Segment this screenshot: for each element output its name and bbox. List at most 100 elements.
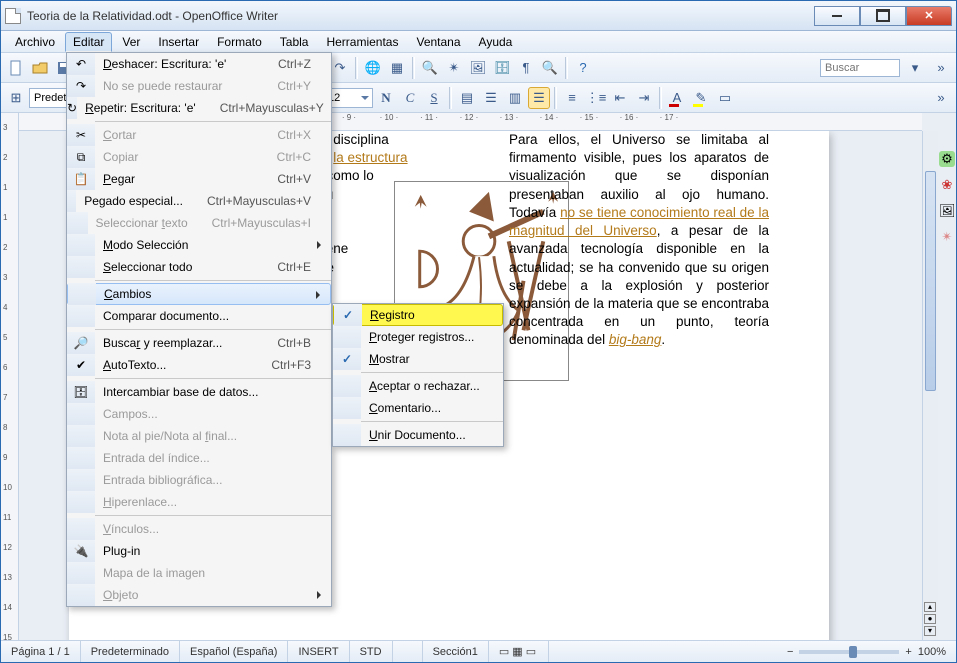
menuitem-label: Pegar	[103, 172, 253, 186]
menuitem-shortcut: Ctrl+F3	[271, 358, 311, 372]
nav-prev-icon[interactable]: ▴	[924, 602, 936, 612]
bold-icon[interactable]: N	[375, 87, 397, 109]
menuitem-label: Mapa de la imagen	[103, 566, 311, 580]
new-icon[interactable]	[5, 57, 27, 79]
align-justify-icon[interactable]: ☰	[528, 87, 550, 109]
menuitem-pegado-especial-[interactable]: Pegado especial...Ctrl+Mayusculas+V	[67, 190, 331, 212]
status-language[interactable]: Español (España)	[180, 641, 288, 662]
styles-icon[interactable]: ⊞	[5, 87, 27, 109]
menu-editar[interactable]: Editar	[65, 32, 112, 52]
toolbar-overflow-icon[interactable]: »	[930, 57, 952, 79]
datasources-icon[interactable]: 🗄	[491, 57, 513, 79]
menu-insertar[interactable]: Insertar	[150, 32, 207, 52]
maximize-button[interactable]	[860, 6, 906, 26]
align-right-icon[interactable]: ▥	[504, 87, 526, 109]
menuitem-label: Vínculos...	[103, 522, 311, 536]
status-section[interactable]: Sección1	[423, 641, 489, 662]
gallery-icon[interactable]: 🖼	[467, 57, 489, 79]
status-view-icons[interactable]: ▭ ▦ ▭	[489, 641, 549, 662]
menuitem-label: Modo Selección	[103, 238, 311, 252]
menu-ayuda[interactable]: Ayuda	[471, 32, 521, 52]
menuitem-label: Plug-in	[103, 544, 311, 558]
table-icon[interactable]: ▦	[386, 57, 408, 79]
submenuitem-proteger-registros-[interactable]: Proteger registros...	[333, 326, 503, 348]
menu-tabla[interactable]: Tabla	[272, 32, 317, 52]
sidebar-navigator-icon[interactable]: ✴	[939, 229, 955, 245]
menuitem-cambios[interactable]: Cambios	[67, 283, 331, 305]
menuitem-shortcut: Ctrl+Mayusculas+I	[212, 216, 311, 230]
sidebar-gallery-icon[interactable]: 🖼	[939, 203, 955, 219]
menuitem-shortcut: Ctrl+Z	[278, 57, 311, 71]
hyperlink-icon[interactable]: 🌐	[362, 57, 384, 79]
status-page[interactable]: Página 1 / 1	[1, 641, 81, 662]
menuitem-modo-selecci-n[interactable]: Modo Selección	[67, 234, 331, 256]
redo-icon[interactable]: ↷	[329, 57, 351, 79]
status-selmode[interactable]	[393, 641, 423, 662]
menuitem-nota-al-pie-nota-al-final-: Nota al pie/Nota al final...	[67, 425, 331, 447]
submenuitem-label: Unir Documento...	[369, 428, 483, 442]
search-input[interactable]	[820, 59, 900, 77]
nav-browse-icon[interactable]: ●	[924, 614, 936, 624]
background-color-icon[interactable]: ▭	[714, 87, 736, 109]
submenuitem-registro[interactable]: ✓Registro	[333, 304, 503, 326]
menuitem-repetir-escritura-e-[interactable]: ↻Repetir: Escritura: 'e'Ctrl+Mayusculas+…	[67, 97, 331, 119]
nav-next-icon[interactable]: ▾	[924, 626, 936, 636]
menuitem-deshacer-escritura-e-[interactable]: ↶Deshacer: Escritura: 'e'Ctrl+Z	[67, 53, 331, 75]
menuitem-seleccionar-todo[interactable]: Seleccionar todoCtrl+E	[67, 256, 331, 278]
search-dropdown-icon[interactable]: ▾	[904, 57, 926, 79]
bullets-icon[interactable]: ⋮≡	[585, 87, 607, 109]
status-style[interactable]: Predeterminado	[81, 641, 180, 662]
submenuitem-aceptar-o-rechazar-[interactable]: Aceptar o rechazar...	[333, 375, 503, 397]
menuitem-buscar-y-reemplazar-[interactable]: 🔎Buscar y reemplazar...Ctrl+B	[67, 332, 331, 354]
find-icon[interactable]: 🔍	[419, 57, 441, 79]
statusbar: Página 1 / 1 Predeterminado Español (Esp…	[1, 640, 956, 662]
help-icon[interactable]: ?	[572, 57, 594, 79]
menuitem-plug-in[interactable]: 🔌Plug-in	[67, 540, 331, 562]
menuitem-v-nculos-: Vínculos...	[67, 518, 331, 540]
status-std[interactable]: STD	[350, 641, 393, 662]
align-left-icon[interactable]: ▤	[456, 87, 478, 109]
menu-ver[interactable]: Ver	[114, 32, 148, 52]
font-color-icon[interactable]: A	[666, 87, 688, 109]
menuitem-autotexto-[interactable]: ✔AutoTexto...Ctrl+F3	[67, 354, 331, 376]
toolbar2-overflow-icon[interactable]: »	[930, 87, 952, 109]
status-insert[interactable]: INSERT	[288, 641, 349, 662]
menu-herramientas[interactable]: Herramientas	[318, 32, 406, 52]
menu-archivo[interactable]: Archivo	[7, 32, 63, 52]
sidebar-styles-icon[interactable]: ❀	[939, 177, 955, 193]
underline-icon[interactable]: S	[423, 87, 445, 109]
menuitem-pegar[interactable]: 📋PegarCtrl+V	[67, 168, 331, 190]
italic-icon[interactable]: C	[399, 87, 421, 109]
zoom-control[interactable]: − + 100%	[777, 646, 956, 658]
minimize-button[interactable]	[814, 6, 860, 26]
submenuitem-mostrar[interactable]: ✓Mostrar	[333, 348, 503, 370]
numbering-icon[interactable]: ≡	[561, 87, 583, 109]
close-button[interactable]	[906, 6, 952, 26]
open-icon[interactable]	[29, 57, 51, 79]
submenuitem-unir-documento-[interactable]: Unir Documento...	[333, 424, 503, 446]
align-center-icon[interactable]: ☰	[480, 87, 502, 109]
menu-ventana[interactable]: Ventana	[408, 32, 468, 52]
sidebar-properties-icon[interactable]: ⚙	[939, 151, 955, 167]
navigator-icon[interactable]: ✴	[443, 57, 465, 79]
zoom-in-icon[interactable]: +	[905, 646, 911, 658]
increase-indent-icon[interactable]: ⇥	[633, 87, 655, 109]
submenuitem-comentario-[interactable]: Comentario...	[333, 397, 503, 419]
menuitem-label: Cortar	[103, 128, 253, 142]
scrollbar-thumb[interactable]	[925, 171, 936, 391]
zoom-value[interactable]: 100%	[918, 646, 946, 658]
sidebar-panel: ⚙ ❀ 🖼 ✴	[938, 131, 956, 245]
nonprinting-icon[interactable]: ¶	[515, 57, 537, 79]
zoom-slider[interactable]	[799, 650, 899, 654]
zoom-out-icon[interactable]: −	[787, 646, 793, 658]
menu-formato[interactable]: Formato	[209, 32, 270, 52]
decrease-indent-icon[interactable]: ⇤	[609, 87, 631, 109]
menuitem-intercambiar-base-de-datos-[interactable]: 🗄Intercambiar base de datos...	[67, 381, 331, 403]
vertical-scrollbar[interactable]	[922, 131, 938, 640]
redo-icon: ↷	[76, 79, 86, 93]
highlight-color-icon[interactable]: ✎	[690, 87, 712, 109]
menuitem-label: Seleccionar texto	[96, 216, 188, 230]
menuitem-label: Repetir: Escritura: 'e'	[85, 101, 196, 115]
menuitem-comparar-documento-[interactable]: Comparar documento...	[67, 305, 331, 327]
zoom-icon[interactable]: 🔍	[539, 57, 561, 79]
